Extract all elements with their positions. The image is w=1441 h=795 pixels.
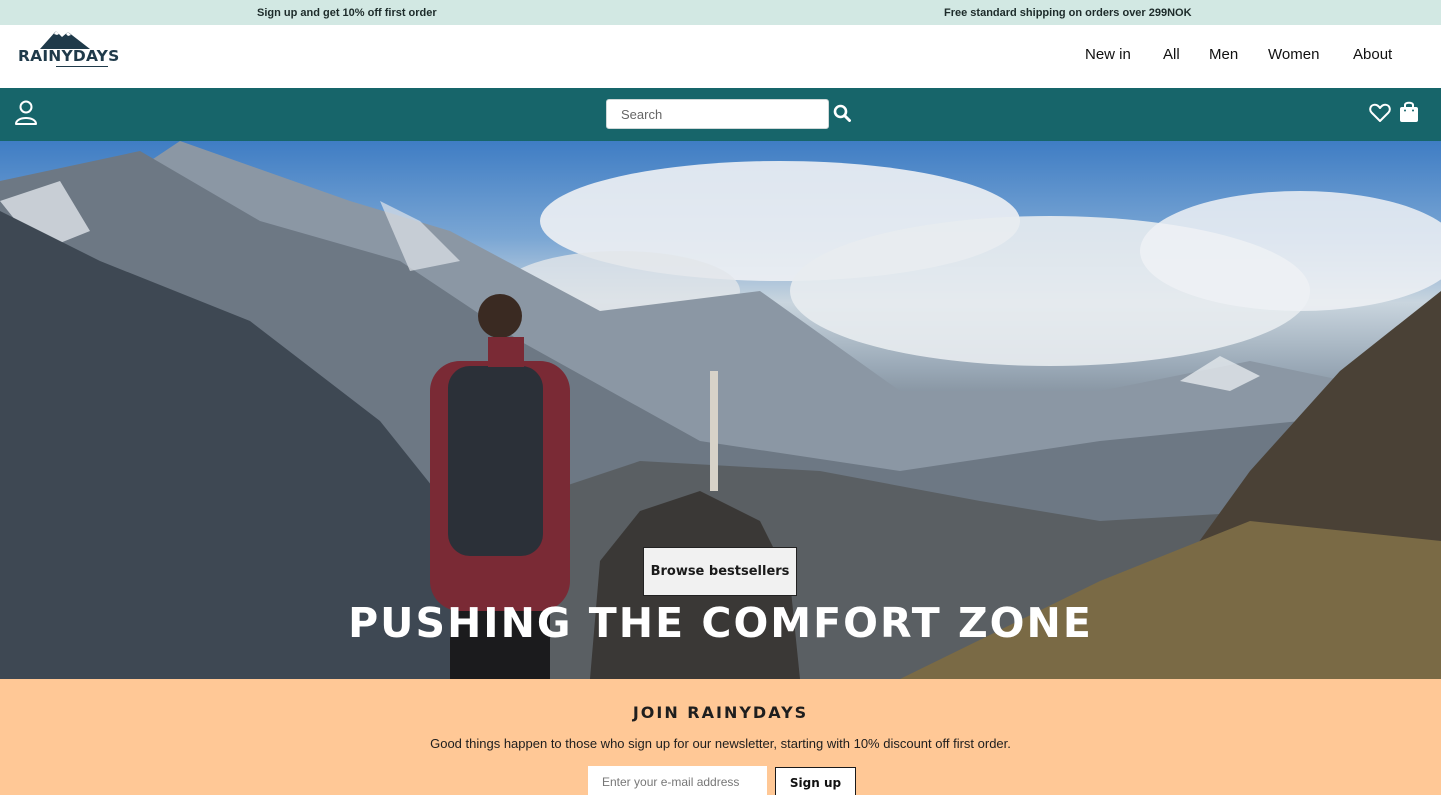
- shopping-bag-icon[interactable]: [1399, 100, 1419, 123]
- hero-banner: PUSHING THE COMFORT ZONE: [0, 141, 1441, 679]
- toolbar: [0, 88, 1441, 141]
- logo-text: RAINYDAYS: [18, 47, 120, 65]
- newsletter-section: JOIN RAINYDAYS Good things happen to tho…: [0, 679, 1441, 795]
- user-icon[interactable]: [14, 100, 38, 126]
- search-icon[interactable]: [833, 104, 851, 122]
- heart-icon[interactable]: [1369, 103, 1391, 123]
- logo-underline: [56, 66, 108, 67]
- newsletter-text: Good things happen to those who sign up …: [430, 736, 1011, 751]
- nav-new-in[interactable]: New in: [1085, 46, 1131, 63]
- promo-shipping-text: Free standard shipping on orders over 29…: [944, 7, 1192, 19]
- nav-women[interactable]: Women: [1268, 46, 1319, 63]
- nav-men[interactable]: Men: [1209, 46, 1238, 63]
- hero-title: PUSHING THE COMFORT ZONE: [348, 599, 1093, 647]
- newsletter-title: JOIN RAINYDAYS: [632, 703, 809, 722]
- nav-all[interactable]: All: [1163, 46, 1180, 63]
- mountain-logo-icon: [40, 31, 90, 49]
- search-input[interactable]: [606, 99, 829, 129]
- browse-bestsellers-button[interactable]: Browse bestsellers: [643, 547, 797, 596]
- promo-bar: Sign up and get 10% off first order Free…: [0, 0, 1441, 25]
- sign-up-button[interactable]: Sign up: [775, 767, 856, 795]
- site-header: RAINYDAYS New in All Men Women About: [0, 25, 1441, 88]
- email-field[interactable]: [588, 766, 767, 795]
- nav-about[interactable]: About: [1353, 46, 1392, 63]
- logo[interactable]: RAINYDAYS: [18, 29, 119, 69]
- promo-signup-text: Sign up and get 10% off first order: [257, 7, 437, 19]
